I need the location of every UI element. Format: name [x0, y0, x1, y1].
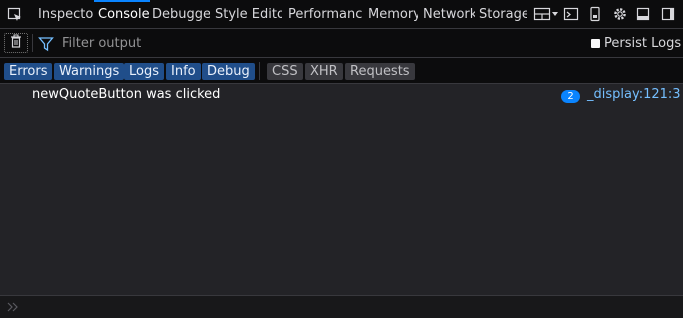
- console-input[interactable]: [0, 295, 683, 318]
- tab-debugger-label: Debugger: [152, 7, 210, 22]
- filter-logs-label: Logs: [129, 64, 159, 79]
- clear-console-button[interactable]: [4, 33, 28, 53]
- persist-logs-box[interactable]: [591, 39, 600, 48]
- filter-errors-label: Errors: [9, 64, 48, 79]
- filter-xhr-label: XHR: [310, 64, 338, 79]
- filter-warnings-label: Warnings: [59, 64, 120, 79]
- filter-css-label: CSS: [272, 64, 298, 79]
- tab-console[interactable]: Console: [94, 0, 150, 28]
- filter-warnings-button[interactable]: Warnings: [54, 63, 125, 80]
- tab-performance-label: Performance: [288, 7, 362, 22]
- tab-memory-label: Memory: [368, 7, 418, 22]
- filter-bar: Errors Warnings Logs Info Debug CSS XHR …: [0, 58, 683, 84]
- filter-xhr-button[interactable]: XHR: [305, 63, 343, 80]
- tab-performance[interactable]: Performance: [288, 0, 362, 28]
- tab-memory[interactable]: Memory: [368, 0, 418, 28]
- tab-style-editor[interactable]: Style Editor: [215, 0, 282, 28]
- device-icon[interactable]: [587, 5, 603, 23]
- filter-icon: [37, 35, 55, 53]
- tab-console-label: Console: [98, 7, 150, 22]
- console-toolbar: Persist Logs: [0, 29, 683, 58]
- tab-style-editor-label: Style Editor: [215, 7, 282, 22]
- toolbar-divider: [32, 34, 33, 52]
- filter-requests-label: Requests: [350, 64, 410, 79]
- tab-inspector[interactable]: Inspector: [38, 0, 93, 28]
- console-message: newQuoteButton was clicked 2 _display:12…: [0, 84, 683, 106]
- settings-gear-icon[interactable]: [611, 5, 629, 23]
- persist-logs-label: Persist Logs: [604, 36, 682, 51]
- tab-storage[interactable]: Storage: [479, 0, 527, 28]
- filter-debug-button[interactable]: Debug: [202, 63, 255, 80]
- tab-inspector-label: Inspector: [38, 7, 93, 22]
- repeat-count-badge: 2: [561, 90, 580, 103]
- trash-icon: [9, 34, 23, 52]
- filter-divider: [259, 62, 260, 80]
- tab-debugger[interactable]: Debugger: [152, 0, 210, 28]
- prompt-chevron-icon: [6, 300, 20, 314]
- devtools-tabbar: Inspector Console Debugger Style Editor …: [0, 0, 683, 29]
- responsive-layout-icon[interactable]: [532, 5, 560, 23]
- tab-storage-label: Storage: [479, 7, 527, 22]
- message-source-link[interactable]: _display:121:3: [587, 87, 681, 102]
- split-console-icon[interactable]: [562, 5, 580, 23]
- dock-side-icon[interactable]: [660, 5, 676, 23]
- filter-debug-label: Debug: [207, 64, 250, 79]
- tab-network-label: Network: [423, 7, 475, 22]
- filter-requests-button[interactable]: Requests: [345, 63, 415, 80]
- message-text: newQuoteButton was clicked: [32, 87, 221, 102]
- filter-output-input[interactable]: [62, 33, 512, 53]
- dock-bottom-icon[interactable]: [635, 5, 651, 23]
- filter-info-button[interactable]: Info: [166, 63, 201, 80]
- persist-logs-checkbox[interactable]: Persist Logs: [591, 36, 681, 51]
- filter-logs-button[interactable]: Logs: [124, 63, 164, 80]
- tab-network[interactable]: Network: [423, 0, 475, 28]
- filter-errors-button[interactable]: Errors: [4, 63, 53, 80]
- element-picker-icon[interactable]: [6, 6, 24, 24]
- filter-info-label: Info: [171, 64, 196, 79]
- filter-css-button[interactable]: CSS: [267, 63, 303, 80]
